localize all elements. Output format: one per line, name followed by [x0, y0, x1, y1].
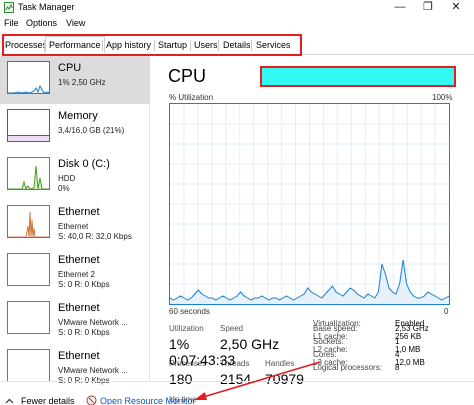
title-bar: Task Manager — ❐ ✕: [0, 0, 474, 16]
sidebar-item-memory[interactable]: Memory 3,4/16,0 GB (21%): [0, 104, 150, 152]
sidebar-item-title: Ethernet: [58, 350, 100, 362]
cpu-utilization-graph: [169, 103, 450, 305]
sidebar-item-title: Memory: [58, 110, 98, 122]
sidebar-item-detail: Ethernet: [58, 222, 89, 231]
menu-view[interactable]: View: [66, 18, 85, 28]
detail-value: Enabled: [395, 319, 425, 328]
sidebar-item-detail: 0%: [58, 184, 70, 193]
window-title: Task Manager: [18, 2, 75, 12]
ethernet-thumbnail-graph: [7, 253, 50, 286]
sidebar-item-ethernet-1[interactable]: Ethernet Ethernet S: 40,0 R: 32,0 Kbps: [0, 200, 150, 248]
tab-separator: [218, 40, 219, 51]
tab-users[interactable]: Users: [194, 38, 218, 52]
tab-separator: [102, 40, 103, 51]
detail-value: 12,0 MB: [395, 358, 425, 367]
tab-performance[interactable]: Performance: [45, 36, 105, 53]
sidebar-item-detail: 3,4/16,0 GB (21%): [58, 126, 125, 135]
ethernet-thumbnail-graph: [7, 349, 50, 382]
graph-y-label: % Utilization: [169, 93, 214, 102]
tab-app-history[interactable]: App history: [106, 38, 151, 52]
sidebar-item-detail: S: 0 R: 0 Kbps: [58, 328, 110, 337]
memory-thumbnail-graph: [7, 109, 50, 142]
resource-sidebar: CPU 1% 2,50 GHz Memory 3,4/16,0 GB (21%)…: [0, 56, 150, 385]
minimize-button[interactable]: —: [386, 0, 414, 16]
detail-value: 256 KB: [395, 332, 422, 341]
restore-button[interactable]: ❐: [414, 0, 442, 16]
tab-processes[interactable]: Processes: [5, 38, 47, 52]
graph-x-label: 60 seconds: [169, 307, 210, 316]
graph-y-min-label: 0: [444, 307, 449, 316]
chevron-up-icon[interactable]: [5, 397, 14, 405]
tab-separator: [251, 40, 252, 51]
close-button[interactable]: ✕: [442, 0, 470, 16]
cpu-thumbnail-graph: [7, 61, 50, 94]
sidebar-item-title: CPU: [58, 62, 82, 74]
tab-details[interactable]: Details: [223, 38, 251, 52]
tab-startup[interactable]: Startup: [158, 38, 187, 52]
tab-bar: Processes Performance App history Startu…: [0, 31, 474, 56]
tab-separator: [190, 40, 191, 51]
cpu-detail-panel: CPU % Utilization 100% 60 seconds 0 Util…: [150, 56, 474, 404]
tab-separator: [154, 40, 155, 51]
detail-value: 1,0 MB: [395, 345, 421, 354]
sidebar-item-title: Ethernet: [58, 206, 100, 218]
tab-services[interactable]: Services: [256, 38, 291, 52]
annotation-arrow: [194, 361, 321, 400]
graph-y-max-label: 100%: [432, 93, 453, 102]
sidebar-item-title: Ethernet: [58, 254, 100, 266]
sidebar-item-detail: S: 0 R: 0 Kbps: [58, 280, 110, 289]
cpu-model-redacted-box: [260, 66, 456, 87]
detail-key: L1 cache:: [313, 332, 348, 341]
page-title: CPU: [168, 66, 207, 86]
task-manager-app-icon: [4, 2, 14, 13]
sidebar-item-disk[interactable]: Disk 0 (C:) HDD 0%: [0, 152, 150, 200]
sidebar-item-cpu[interactable]: CPU 1% 2,50 GHz: [0, 56, 150, 104]
sidebar-item-title: Ethernet: [58, 302, 100, 314]
detail-key: Virtualization:: [313, 319, 361, 328]
speed-label: Speed: [220, 324, 244, 333]
fewer-details-link[interactable]: Fewer details: [21, 396, 75, 405]
menu-bar: File Options View: [0, 16, 474, 31]
cpu-utilization-chart: [169, 104, 450, 304]
sidebar-item-title: Disk 0 (C:): [58, 158, 110, 170]
utilization-label: Utilization: [169, 324, 204, 333]
sidebar-item-detail: Ethernet 2: [58, 270, 95, 279]
sidebar-item-detail: 1% 2,50 GHz: [58, 78, 106, 87]
sidebar-item-detail: VMware Network ...: [58, 366, 128, 375]
ethernet-thumbnail-graph: [7, 301, 50, 334]
sidebar-item-detail: HDD: [58, 174, 76, 183]
resource-monitor-icon: [86, 395, 97, 405]
menu-file[interactable]: File: [4, 18, 19, 28]
sidebar-item-ethernet-2[interactable]: Ethernet Ethernet 2 S: 0 R: 0 Kbps: [0, 248, 150, 296]
sidebar-item-detail: VMware Network ...: [58, 318, 128, 327]
menu-options[interactable]: Options: [26, 18, 57, 28]
sidebar-item-ethernet-3[interactable]: Ethernet VMware Network ... S: 0 R: 0 Kb…: [0, 296, 150, 344]
sidebar-item-detail: S: 40,0 R: 32,0 Kbps: [58, 232, 132, 241]
disk-thumbnail-graph: [7, 157, 50, 190]
ethernet-thumbnail-graph: [7, 205, 50, 238]
